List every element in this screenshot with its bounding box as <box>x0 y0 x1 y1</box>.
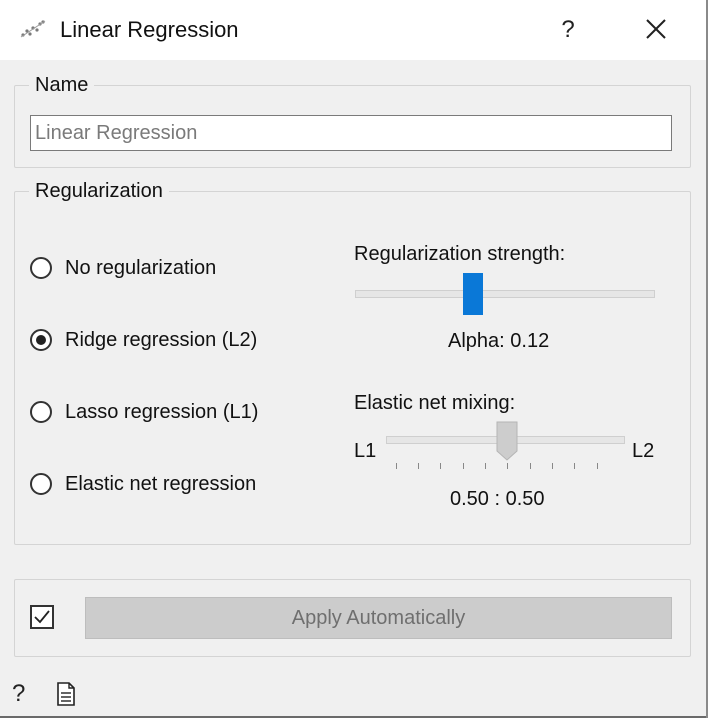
footer-help-icon[interactable]: ? <box>12 680 34 708</box>
mixing-l2-label: L2 <box>632 440 655 462</box>
help-button[interactable]: ? <box>548 12 588 48</box>
mixing-tick <box>530 463 531 469</box>
radio-no-regularization[interactable]: No regularization <box>30 254 216 282</box>
mixing-slider-handle[interactable] <box>496 421 518 461</box>
close-icon <box>646 19 666 39</box>
apply-automatically-checkbox[interactable] <box>30 605 54 629</box>
mixing-tick <box>552 463 553 469</box>
strength-slider-track[interactable] <box>355 290 655 298</box>
apply-button[interactable]: Apply Automatically <box>85 597 672 639</box>
mixing-tick <box>440 463 441 469</box>
radio-label: Ridge regression (L2) <box>65 328 258 351</box>
mixing-tick <box>574 463 575 469</box>
alpha-value: Alpha: 0.12 <box>448 330 550 352</box>
regularization-legend: Regularization <box>29 180 169 203</box>
strength-slider-handle[interactable] <box>463 273 483 315</box>
radio-button[interactable] <box>30 473 52 495</box>
mixing-value: 0.50 : 0.50 <box>450 488 545 510</box>
mixing-tick <box>485 463 486 469</box>
radio-label: Lasso regression (L1) <box>65 400 259 423</box>
strength-label: Regularization strength: <box>354 243 566 265</box>
window-title: Linear Regression <box>60 17 239 42</box>
close-button[interactable] <box>636 12 676 48</box>
radio-ridge-regression[interactable]: Ridge regression (L2) <box>30 326 257 354</box>
mixing-l1-label: L1 <box>354 440 377 462</box>
mixing-label: Elastic net mixing: <box>354 392 516 414</box>
name-legend: Name <box>29 74 95 97</box>
document-icon[interactable] <box>56 682 76 706</box>
checkmark-icon <box>34 610 50 624</box>
mixing-tick <box>507 463 508 469</box>
mixing-tick <box>597 463 598 469</box>
radio-label: No regularization <box>65 256 217 279</box>
radio-button[interactable] <box>30 401 52 423</box>
mixing-tick <box>418 463 419 469</box>
mixing-tick <box>463 463 464 469</box>
radio-button[interactable] <box>30 329 52 351</box>
name-input[interactable] <box>30 115 672 151</box>
radio-label: Elastic net regression <box>65 472 257 495</box>
radio-elastic-net[interactable]: Elastic net regression <box>30 470 256 498</box>
mixing-tick <box>396 463 397 469</box>
title-bar: Linear Regression ? <box>0 0 708 60</box>
radio-lasso-regression[interactable]: Lasso regression (L1) <box>30 398 258 426</box>
radio-button[interactable] <box>30 257 52 279</box>
scatter-plot-icon <box>20 18 46 40</box>
